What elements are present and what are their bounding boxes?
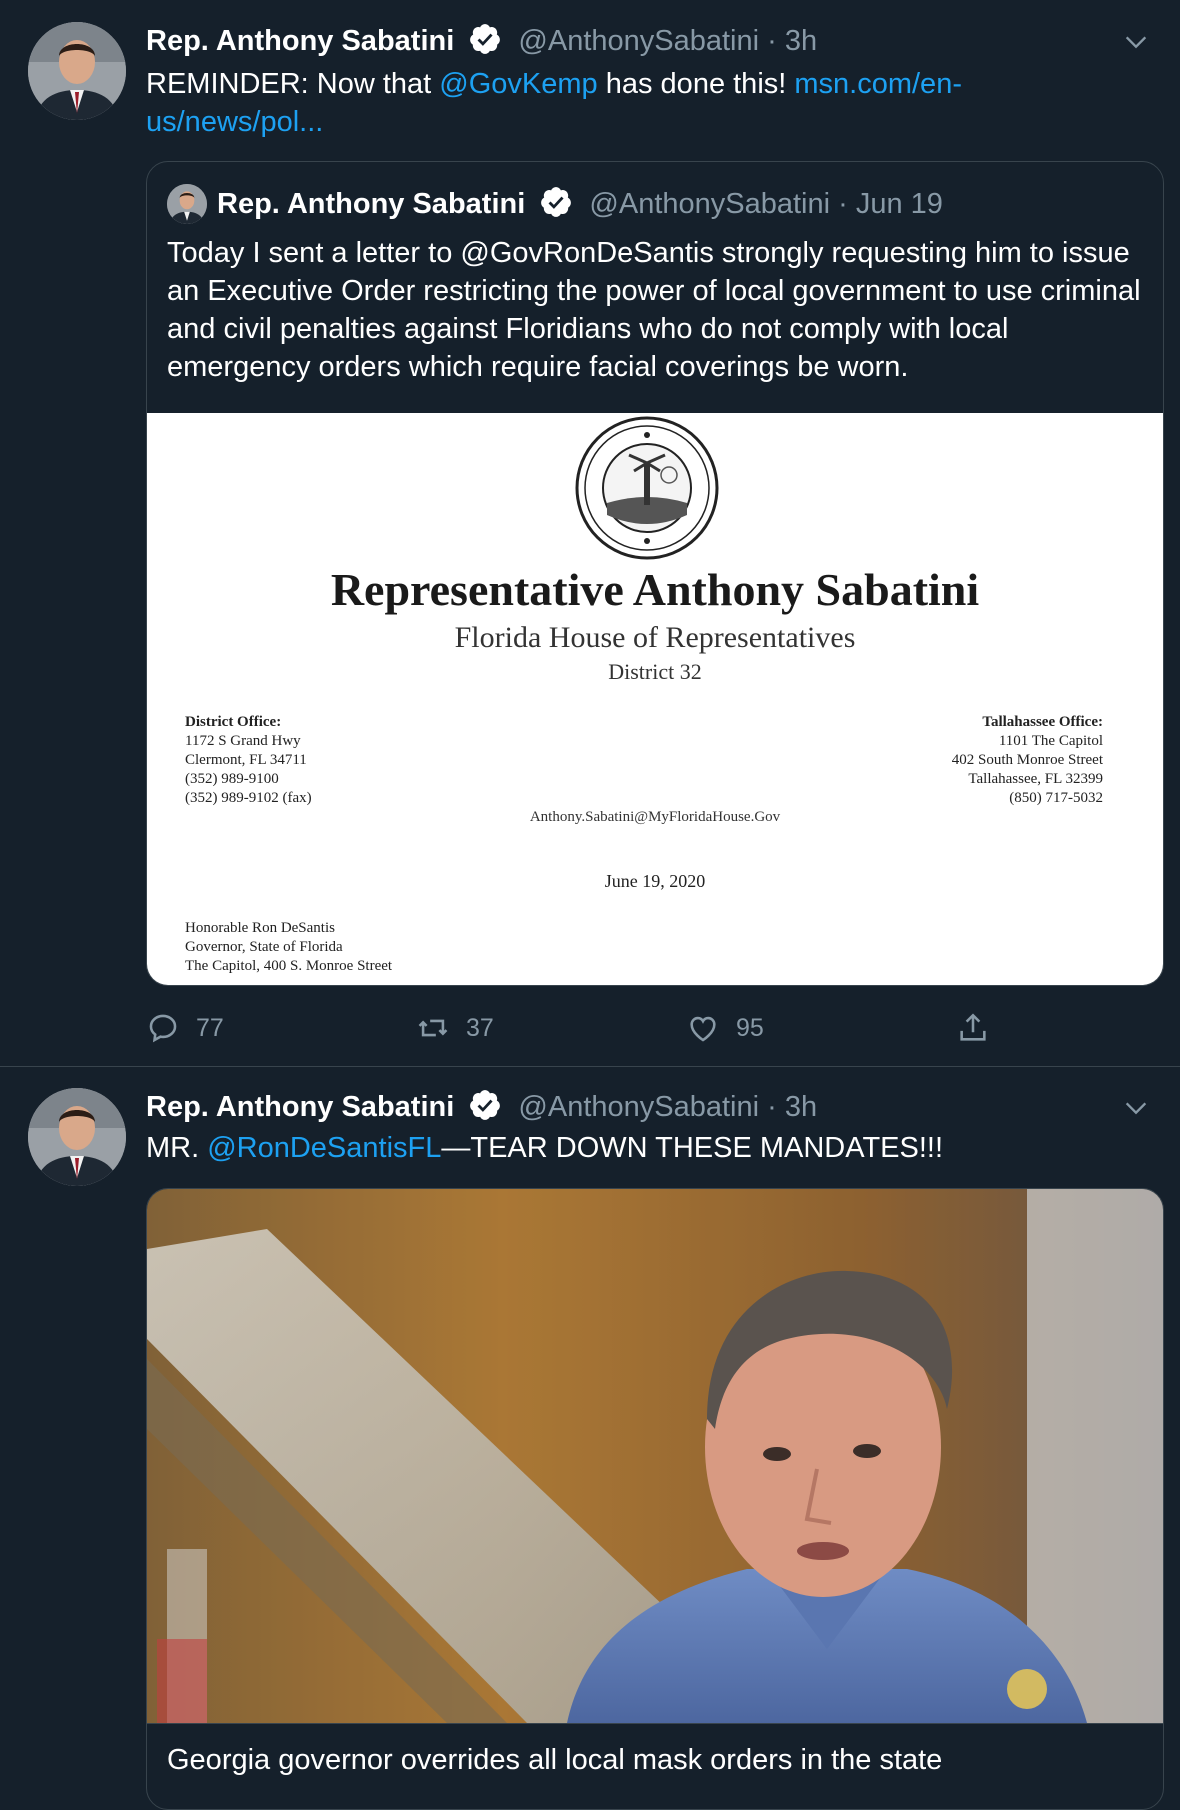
verified-badge-icon [541, 187, 572, 217]
mention-link[interactable]: @GovKemp [439, 68, 597, 100]
tweet-time[interactable]: 3h [785, 1091, 817, 1123]
tallahassee-office-line: Tallahassee, FL 32399 [968, 771, 1103, 787]
share-button[interactable] [956, 1008, 1006, 1048]
district-office-line: Clermont, FL 34711 [185, 752, 307, 768]
quote-author-name: Rep. Anthony Sabatini [217, 188, 526, 220]
retweet-count: 37 [466, 1013, 494, 1042]
tallahassee-office-line: 1101 The Capitol [998, 733, 1103, 749]
tallahassee-office-heading: Tallahassee Office: [982, 714, 1103, 730]
recipient-block: Honorable Ron DeSantis Governor, State o… [185, 919, 392, 976]
author-name[interactable]: Rep. Anthony Sabatini [146, 25, 454, 57]
retweet-icon [418, 1019, 448, 1037]
tweet-text-prefix: MR. [146, 1132, 208, 1164]
district-office-heading: District Office: [185, 714, 282, 730]
tweet-1[interactable]: Rep. Anthony Sabatini @AnthonySabatini ·… [0, 0, 1180, 1066]
author-handle[interactable]: @AnthonySabatini [518, 25, 759, 57]
verified-badge-icon [470, 1090, 501, 1120]
tweet-text-prefix: REMINDER: Now that [146, 68, 440, 100]
reply-button[interactable]: 77 [146, 1008, 224, 1048]
tweet-actions: 77 37 95 [146, 1008, 1046, 1048]
avatar-image [28, 1088, 126, 1186]
chevron-down-icon[interactable] [1122, 28, 1150, 56]
link-card[interactable]: Georgia governor overrides all local mas… [146, 1188, 1164, 1810]
tweet-2[interactable]: Rep. Anthony Sabatini @AnthonySabatini ·… [0, 1067, 1180, 1810]
district-office-line: (352) 989-9100 [185, 771, 279, 787]
card-divider [147, 1723, 1163, 1724]
quote-author-avatar [167, 184, 207, 224]
retweet-button[interactable]: 37 [416, 1008, 494, 1048]
letter-email: Anthony.Sabatini@MyFloridaHouse.Gov [529, 809, 781, 825]
author-name[interactable]: Rep. Anthony Sabatini [146, 1091, 454, 1123]
quoted-tweet[interactable]: Rep. Anthony Sabatini @AnthonySabatini ·… [146, 161, 1164, 986]
letter-image[interactable]: Representative Anthony Sabatini Florida … [147, 413, 1163, 985]
house-seal-icon [575, 416, 719, 560]
letter-date: June 19, 2020 [604, 871, 706, 891]
letter-title: Representative Anthony Sabatini [330, 564, 980, 615]
tallahassee-office-block: Tallahassee Office: 1101 The Capitol 402… [952, 713, 1103, 808]
news-photo [147, 1189, 1163, 1723]
like-count: 95 [736, 1013, 764, 1042]
tweet-text: MR. @RonDeSantisFL—TEAR DOWN THESE MANDA… [146, 1129, 1146, 1167]
reply-icon [149, 1014, 177, 1043]
tallahassee-office-line: (850) 717-5032 [1009, 790, 1103, 806]
quote-date: Jun 19 [855, 188, 943, 220]
tweet-text-mid: has done this! [597, 68, 795, 100]
recipient-line: Honorable Ron DeSantis [185, 920, 335, 936]
quote-avatar-image [167, 184, 207, 224]
district-office-block: District Office: 1172 S Grand Hwy Clermo… [185, 713, 312, 808]
recipient-line: The Capitol, 400 S. Monroe Street [185, 958, 393, 974]
tweet-text-suffix: —TEAR DOWN THESE MANDATES!!! [441, 1132, 944, 1164]
card-title[interactable]: Georgia governor overrides all local mas… [167, 1741, 942, 1779]
verified-badge-icon [470, 24, 501, 54]
separator-dot: · [838, 188, 856, 220]
avatar-image [28, 22, 126, 120]
chevron-down-icon[interactable] [1122, 1094, 1150, 1122]
separator-dot: · [767, 1091, 785, 1123]
quote-text: Today I sent a letter to @GovRonDeSantis… [167, 237, 1141, 383]
tweet-text: REMINDER: Now that @GovKemp has done thi… [146, 65, 1046, 141]
district-office-line: (352) 989-9102 (fax) [185, 790, 312, 806]
heart-icon [690, 1016, 716, 1042]
like-button[interactable]: 95 [686, 1008, 764, 1048]
separator-dot: · [767, 25, 785, 57]
tweet-time[interactable]: 3h [785, 25, 817, 57]
letter-subtitle: Florida House of Representatives [454, 621, 856, 654]
letter-district: District 32 [608, 659, 702, 684]
tallahassee-office-line: 402 South Monroe Street [951, 752, 1103, 768]
recipient-line: Governor, State of Florida [185, 939, 343, 955]
share-icon [960, 1013, 986, 1041]
author-handle[interactable]: @AnthonySabatini [518, 1091, 759, 1123]
author-avatar[interactable] [28, 22, 126, 120]
url-link[interactable]: msn.com/en- [794, 68, 962, 100]
district-office-line: 1172 S Grand Hwy [185, 733, 301, 749]
author-avatar[interactable] [28, 1088, 126, 1186]
mention-link[interactable]: @RonDeSantisFL [207, 1132, 441, 1164]
quote-author-handle: @AnthonySabatini [589, 188, 831, 220]
reply-count: 77 [196, 1013, 224, 1042]
url-link-continued[interactable]: us/news/pol... [146, 106, 323, 138]
